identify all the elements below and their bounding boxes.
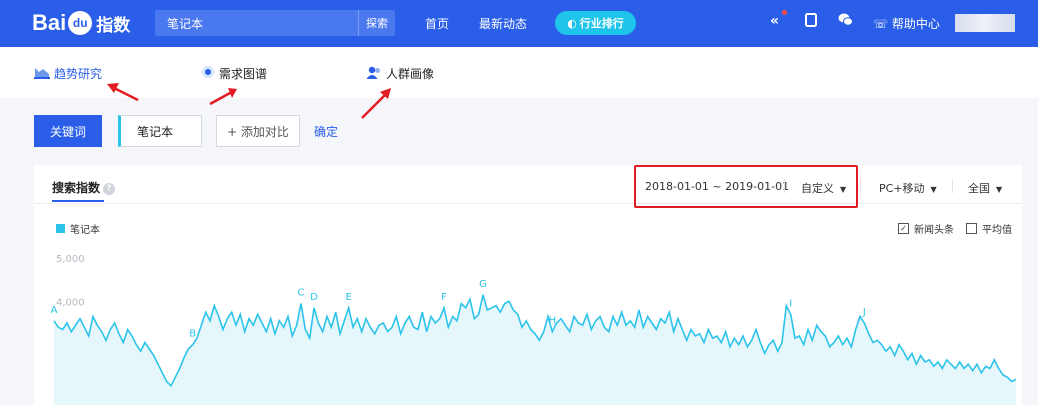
event-marker[interactable]: H [549, 316, 557, 327]
confirm-link[interactable]: 确定 [314, 123, 338, 140]
series-area [54, 294, 1016, 405]
event-marker[interactable]: F [441, 292, 447, 303]
search-index-chart[interactable]: 5,0004,0003,0002,000ABCDEFGHIJ [34, 165, 1022, 405]
event-marker[interactable]: D [310, 292, 318, 303]
event-marker[interactable]: I [789, 298, 792, 309]
y-tick-label: 5,000 [56, 254, 85, 265]
add-compare-button[interactable]: + 添加对比 [216, 115, 300, 147]
event-marker[interactable]: C [298, 288, 305, 299]
event-marker[interactable]: G [479, 279, 487, 290]
search-index-panel: 搜索指数? 2018-01-01 ~ 2019-01-01 自定义 ▼ PC+移动… [34, 165, 1022, 405]
event-marker[interactable]: B [189, 329, 196, 340]
event-marker[interactable]: J [862, 307, 866, 318]
event-marker[interactable]: E [346, 292, 352, 303]
keyword-button[interactable]: 关键词 [34, 115, 102, 147]
arrow-icon [107, 83, 391, 119]
keyword-input[interactable]: 笔记本 [118, 115, 202, 147]
date-range-highlight-box [634, 165, 858, 208]
y-tick-label: 4,000 [56, 297, 85, 308]
event-marker[interactable]: A [51, 305, 58, 316]
